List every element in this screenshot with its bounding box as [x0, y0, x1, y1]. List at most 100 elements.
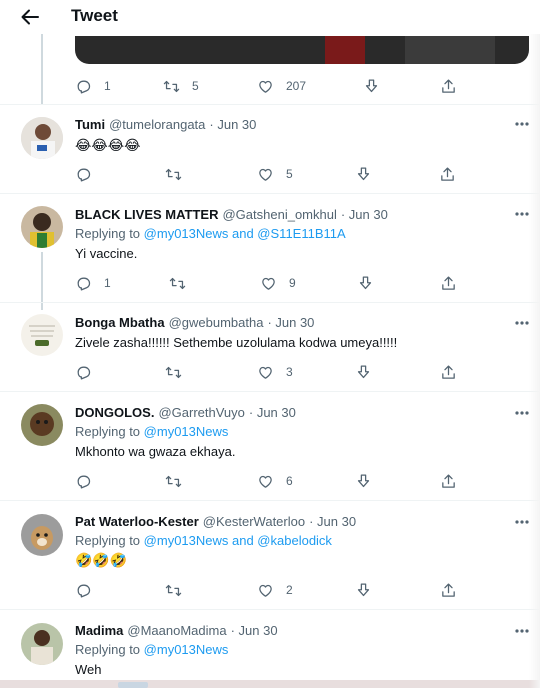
mention-link[interactable]: @my013News — [144, 424, 229, 439]
download-button[interactable] — [357, 273, 374, 293]
more-icon[interactable] — [513, 624, 531, 638]
display-name[interactable]: BLACK LIVES MATTER — [75, 207, 218, 222]
replying-to-label: Replying to — [75, 533, 141, 548]
like-count: 3 — [286, 365, 293, 379]
download-icon — [357, 582, 370, 596]
like-count: 9 — [289, 276, 296, 290]
replying-to-label: Replying to — [75, 424, 141, 439]
avatar[interactable] — [21, 117, 63, 159]
tweet-date[interactable]: · Jun 30 — [249, 405, 296, 420]
retweet-button[interactable] — [165, 471, 182, 491]
like-button[interactable]: 3 — [257, 362, 293, 382]
mention-link[interactable]: @my013News and @S11E11B11A — [144, 226, 346, 241]
page-title: Tweet — [71, 6, 118, 25]
user-handle[interactable]: @MaanoMadima — [127, 623, 226, 638]
download-icon — [359, 275, 372, 289]
tweet-media[interactable] — [75, 36, 529, 64]
retweet-button[interactable] — [165, 362, 182, 382]
share-button[interactable] — [440, 362, 457, 382]
display-name[interactable]: DONGOLOS. — [75, 405, 154, 420]
avatar[interactable] — [21, 514, 63, 556]
retweet-icon — [165, 366, 182, 378]
like-count: 5 — [286, 167, 293, 181]
more-icon[interactable] — [513, 117, 531, 131]
more-icon[interactable] — [513, 316, 531, 330]
tweet-actions: 2 — [75, 580, 475, 600]
avatar[interactable] — [21, 206, 63, 248]
share-button[interactable] — [440, 273, 457, 293]
tweet-actions: 6 — [75, 471, 475, 491]
like-icon — [259, 80, 272, 93]
share-icon — [441, 166, 454, 181]
mention-link[interactable]: @my013News — [144, 642, 229, 657]
more-icon[interactable] — [513, 406, 531, 420]
download-button[interactable] — [363, 76, 380, 96]
like-button[interactable]: 9 — [260, 273, 296, 293]
share-button[interactable] — [440, 580, 457, 600]
retweet-button[interactable] — [165, 580, 182, 600]
download-button[interactable] — [355, 471, 372, 491]
thread-line — [41, 34, 43, 104]
retweet-button[interactable] — [169, 273, 186, 293]
retweet-button[interactable]: 5 — [163, 76, 199, 96]
display-name[interactable]: Pat Waterloo-Kester — [75, 514, 199, 529]
replying-to: Replying to @my013News — [75, 642, 228, 657]
share-button[interactable] — [439, 164, 456, 184]
tweet-text: 😂😂😂😂 — [75, 137, 141, 153]
user-handle[interactable]: @GarrethVuyo — [158, 405, 244, 420]
like-button[interactable]: 2 — [257, 580, 293, 600]
tweet-date[interactable]: · Jun 30 — [267, 315, 314, 330]
retweet-count: 5 — [192, 79, 199, 93]
download-icon — [357, 364, 370, 378]
mention-link[interactable]: @my013News and @kabelodick — [144, 533, 332, 548]
user-handle[interactable]: @Gatsheni_omkhul — [222, 207, 336, 222]
replying-to-label: Replying to — [75, 226, 141, 241]
like-button[interactable]: 6 — [257, 471, 293, 491]
user-handle[interactable]: @tumelorangata — [109, 117, 205, 132]
tweet-text: Mkhonto wa gwaza ekhaya. — [75, 444, 236, 459]
more-icon[interactable] — [513, 207, 531, 221]
share-icon — [442, 275, 455, 290]
download-button[interactable] — [355, 164, 372, 184]
tweet-text: Zivele zasha!!!!!! Sethembe uzolulama ko… — [75, 335, 398, 350]
download-icon — [365, 78, 378, 92]
tweet-date[interactable]: · Jun 30 — [231, 623, 278, 638]
reply-button[interactable]: 1 — [75, 273, 111, 293]
user-handle[interactable]: @KesterWaterloo — [203, 514, 305, 529]
avatar[interactable] — [21, 623, 63, 665]
display-name[interactable]: Tumi — [75, 117, 105, 132]
share-icon — [442, 364, 455, 379]
retweet-icon — [165, 168, 182, 180]
retweet-icon — [165, 475, 182, 487]
avatar[interactable] — [21, 404, 63, 446]
tweet-date[interactable]: · Jun 30 — [341, 207, 388, 222]
download-button[interactable] — [355, 362, 372, 382]
reply-button[interactable] — [75, 471, 104, 491]
tweet-text: 🤣🤣🤣 — [75, 552, 128, 568]
like-button[interactable]: 207 — [257, 76, 306, 96]
reply-count: 1 — [104, 276, 111, 290]
reply-button[interactable] — [75, 580, 104, 600]
like-icon — [259, 584, 272, 597]
display-name[interactable]: Madima — [75, 623, 123, 638]
reply-icon — [77, 277, 91, 291]
share-button[interactable] — [440, 471, 457, 491]
retweet-icon — [165, 584, 182, 596]
tweet-date[interactable]: · Jun 30 — [309, 514, 356, 529]
like-count: 207 — [286, 79, 307, 93]
like-count: 2 — [286, 583, 293, 597]
avatar[interactable] — [21, 314, 63, 356]
reply-button[interactable] — [75, 164, 104, 184]
download-button[interactable] — [355, 580, 372, 600]
reply-button[interactable] — [75, 362, 104, 382]
more-icon[interactable] — [513, 515, 531, 529]
user-handle[interactable]: @gwebumbatha — [169, 315, 264, 330]
back-arrow-icon[interactable] — [18, 6, 42, 28]
display-name[interactable]: Bonga Mbatha — [75, 315, 165, 330]
reply-button[interactable]: 1 — [75, 76, 111, 96]
retweet-button[interactable] — [165, 164, 182, 184]
tweet-date[interactable]: · Jun 30 — [209, 117, 256, 132]
reply-icon — [77, 80, 91, 94]
like-button[interactable]: 5 — [257, 164, 293, 184]
share-button[interactable] — [440, 76, 457, 96]
